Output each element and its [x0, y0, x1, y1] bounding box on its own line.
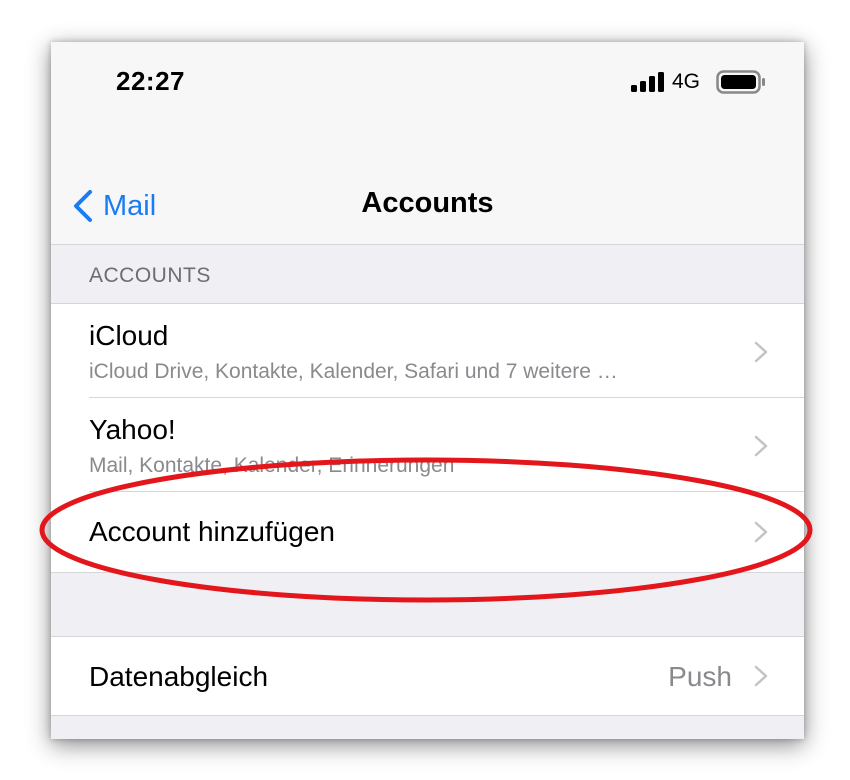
battery-icon — [716, 70, 765, 94]
add-account-row[interactable]: Account hinzufügen — [51, 492, 804, 572]
navigation-bar: Mail Accounts — [51, 134, 804, 245]
account-title: iCloud — [89, 320, 169, 351]
status-time: 22:27 — [116, 66, 185, 96]
chevron-right-icon — [754, 341, 768, 363]
network-type-label: 4G — [672, 70, 701, 93]
add-account-label: Account hinzufügen — [89, 516, 335, 547]
chevron-right-icon — [754, 435, 768, 457]
fetch-settings-group: Datenabgleich Push — [51, 636, 804, 716]
settings-screen: 22:27 4G Mail Accounts ACCOUNTS iCloud i… — [51, 42, 804, 739]
account-subtitle: Mail, Kontakte, Kalender, Erinnerungen — [89, 454, 455, 477]
page-title: Accounts — [361, 187, 494, 219]
fetch-mode-value: Push — [668, 661, 732, 692]
account-row-yahoo[interactable]: Yahoo! Mail, Kontakte, Kalender, Erinner… — [51, 398, 804, 492]
account-title: Yahoo! — [89, 414, 176, 445]
fetch-new-data-label: Datenabgleich — [89, 661, 269, 692]
section-header-accounts: ACCOUNTS — [89, 264, 211, 287]
status-bar: 22:27 4G — [51, 42, 804, 134]
account-subtitle: iCloud Drive, Kontakte, Kalender, Safari… — [89, 360, 618, 383]
accounts-list: iCloud iCloud Drive, Kontakte, Kalender,… — [51, 303, 804, 573]
chevron-right-icon — [754, 521, 768, 543]
chevron-right-icon — [754, 665, 768, 687]
cellular-signal-icon — [631, 72, 664, 92]
account-row-icloud[interactable]: iCloud iCloud Drive, Kontakte, Kalender,… — [51, 304, 804, 398]
fetch-new-data-row[interactable]: Datenabgleich Push — [51, 637, 804, 715]
